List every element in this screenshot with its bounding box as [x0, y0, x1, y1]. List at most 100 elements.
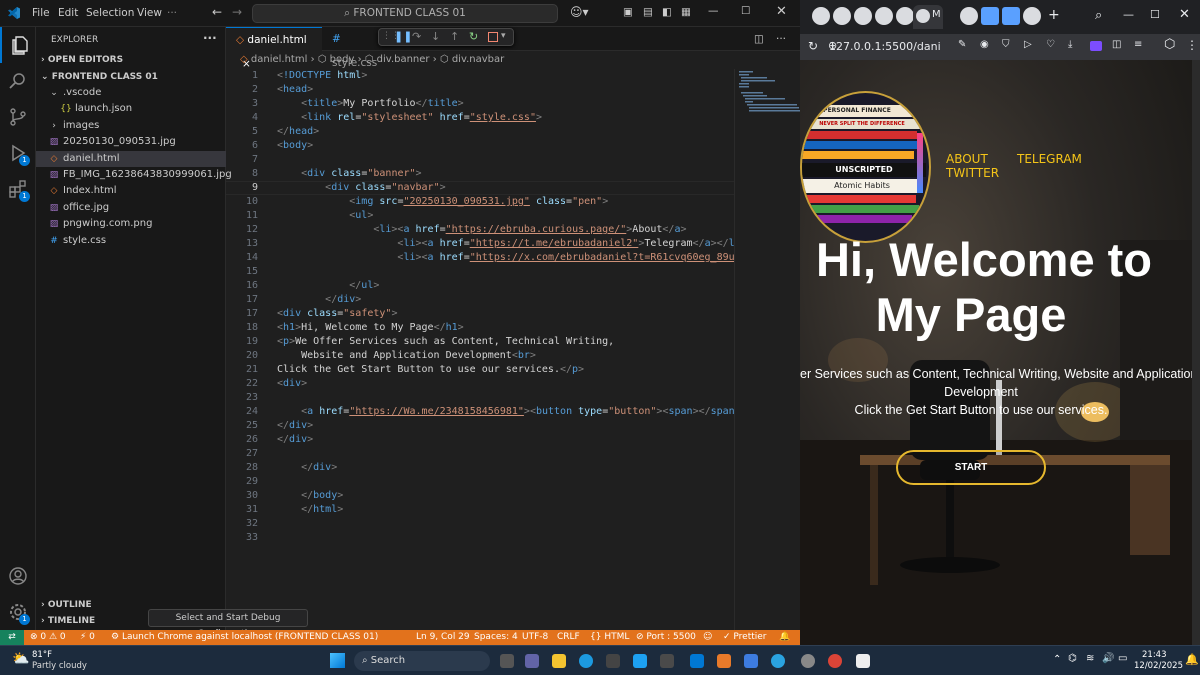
encoding[interactable]: UTF-8	[522, 630, 548, 645]
timeline-header[interactable]: › TIMELINE	[41, 616, 95, 626]
menu-edit[interactable]: Edit	[58, 7, 78, 19]
tree-item[interactable]: ⌄ .vscode	[36, 85, 226, 101]
more-actions-icon[interactable]: ···	[203, 31, 217, 45]
code-line[interactable]: </ul>	[277, 279, 379, 293]
minimize-icon[interactable]: —	[708, 5, 719, 17]
chrome-tab-icon[interactable]	[1023, 7, 1041, 25]
line-endings[interactable]: CRLF	[557, 630, 580, 645]
back-arrow-icon[interactable]: ←	[212, 5, 222, 19]
notepad-icon[interactable]	[856, 654, 870, 668]
code-line[interactable]: <li><a href="https://x.com/ebrubadaniel?…	[277, 251, 734, 265]
code-line[interactable]: Click the Get Start Button to use our se…	[277, 363, 584, 377]
chrome-tab-icon[interactable]	[875, 7, 893, 25]
nav-twitter-link[interactable]: TWITTER	[946, 166, 999, 180]
file-explorer-icon[interactable]	[552, 654, 566, 668]
edge-icon[interactable]	[579, 654, 593, 668]
shield-icon[interactable]: ⛉	[1002, 39, 1010, 50]
code-line[interactable]: Website and Application Development<br>	[277, 349, 536, 363]
vscode-taskbar-icon[interactable]	[690, 654, 704, 668]
run-debug-activity[interactable]: 1	[0, 135, 36, 171]
tree-item[interactable]: ▨ 20250130_090531.jpg	[36, 134, 226, 150]
ports-indicator[interactable]: ⚡ 0	[80, 630, 95, 645]
search-tabs-icon[interactable]: ⌕	[1095, 8, 1102, 23]
live-server-port[interactable]: ⊘ Port : 5500	[636, 630, 696, 645]
close-window-icon[interactable]: ✕	[1179, 7, 1190, 22]
store-icon[interactable]	[606, 654, 620, 668]
nav-telegram-link[interactable]: TELEGRAM	[1017, 152, 1082, 166]
source-control-activity[interactable]	[0, 99, 36, 135]
editor-more-icon[interactable]: ···	[776, 27, 786, 51]
problems-indicator[interactable]: ⊗ 0 ⚠ 0	[30, 630, 66, 645]
play-icon[interactable]: ▷	[1024, 39, 1032, 50]
new-tab-icon[interactable]: +	[1048, 7, 1060, 23]
indentation[interactable]: Spaces: 4	[474, 630, 518, 645]
code-line[interactable]: <li><a href="https://ebruba.curious.page…	[277, 223, 686, 237]
code-line[interactable]: <a href="https://Wa.me/2348158456981"><b…	[277, 405, 734, 419]
webflow-tab-icon[interactable]	[1002, 7, 1020, 25]
settings-icon[interactable]	[801, 654, 815, 668]
bell-icon[interactable]: 🔔	[779, 630, 790, 645]
menu-view[interactable]: View	[137, 7, 162, 19]
forward-arrow-icon[interactable]: →	[232, 5, 242, 19]
volume-icon[interactable]: 🔊	[1102, 653, 1114, 664]
prettier-status[interactable]: ✓ Prettier	[723, 630, 767, 645]
edit-icon[interactable]: ✎	[958, 39, 966, 50]
language-mode[interactable]: {} HTML	[590, 630, 629, 645]
weather-temp[interactable]: 81°F	[32, 650, 52, 660]
copilot-icon[interactable]: ☺▾	[570, 5, 589, 19]
chrome-tab-icon[interactable]	[833, 7, 851, 25]
chrome-tab-icon[interactable]	[854, 7, 872, 25]
twitter-icon[interactable]	[633, 654, 647, 668]
code-line[interactable]: <title>My Portfolio</title>	[277, 97, 464, 111]
windows-start-icon[interactable]	[330, 653, 345, 668]
extension-icon[interactable]	[1090, 41, 1102, 51]
active-tab[interactable]: M	[913, 5, 943, 29]
heart-icon[interactable]: ♡	[1046, 39, 1055, 50]
code-editor[interactable]: 1 <!DOCTYPE html> 2 <head> 3 <title>My Portf…	[226, 69, 734, 630]
more-menu-icon[interactable]: ···	[167, 7, 177, 19]
start-button[interactable]: START	[896, 450, 1046, 485]
code-line[interactable]: <div class="safety">	[277, 307, 397, 321]
telegram-icon[interactable]	[771, 654, 785, 668]
code-line[interactable]: <head>	[277, 83, 313, 97]
app-orange-icon[interactable]	[717, 654, 731, 668]
menu-selection[interactable]: Selection	[86, 7, 134, 19]
tree-item[interactable]: ▨ FB_IMG_16238643830999061.jpg	[36, 167, 232, 183]
code-line[interactable]: </head>	[277, 125, 319, 139]
layout-customize-icon[interactable]: ▦	[681, 6, 691, 18]
code-line[interactable]: <link rel="stylesheet" href="style.css">	[277, 111, 542, 125]
code-line[interactable]: <h1>Hi, Welcome to My Page</h1>	[277, 321, 464, 335]
notification-icon[interactable]: 🔔	[1185, 653, 1199, 666]
code-line[interactable]: <li><a href="https://t.me/ebrubadaniel2"…	[277, 237, 734, 251]
tree-item[interactable]: ◇ Index.html	[36, 183, 226, 199]
code-line[interactable]: <div class="navbar">	[277, 181, 445, 195]
nav-about-link[interactable]: ABOUT	[946, 152, 988, 166]
battery-icon[interactable]: ▭	[1118, 653, 1127, 664]
minimap[interactable]	[734, 69, 801, 630]
step-over-icon[interactable]: ↷	[412, 30, 421, 43]
extensions-activity[interactable]: 1	[0, 171, 36, 207]
search-activity[interactable]	[0, 63, 36, 99]
layout-secondary-icon[interactable]: ◧	[662, 6, 672, 18]
code-line[interactable]: </div>	[277, 461, 337, 475]
breadcrumb-body[interactable]: body	[330, 54, 355, 65]
tree-item[interactable]: ▨ office.jpg	[36, 200, 226, 216]
step-into-icon[interactable]: ↓	[431, 30, 440, 43]
code-line[interactable]: <img src="20250130_090531.jpg" class="pe…	[277, 195, 608, 209]
tab-daniel-html[interactable]: ◇ daniel.html ×	[226, 27, 322, 70]
breadcrumb-navbar[interactable]: div.navbar	[452, 54, 504, 65]
open-editors-header[interactable]: › OPEN EDITORS	[41, 55, 123, 65]
restart-icon[interactable]: ↻	[469, 30, 478, 43]
menu-icon[interactable]: ≡	[1134, 39, 1142, 50]
screenshot-icon[interactable]: ◉	[980, 39, 989, 50]
page-scrollbar[interactable]	[1192, 60, 1200, 645]
code-line[interactable]: </div>	[277, 433, 313, 447]
google-tab-icon[interactable]	[812, 7, 830, 25]
clock-time[interactable]: 21:43	[1142, 650, 1167, 660]
app-icon[interactable]	[660, 654, 674, 668]
chevron-up-icon[interactable]: ⌃	[1053, 654, 1061, 665]
manage-activity[interactable]: 1	[0, 594, 36, 630]
code-line[interactable]: </html>	[277, 503, 343, 517]
tree-item[interactable]: {} launch.json	[36, 101, 226, 117]
teams-icon[interactable]	[525, 654, 539, 668]
